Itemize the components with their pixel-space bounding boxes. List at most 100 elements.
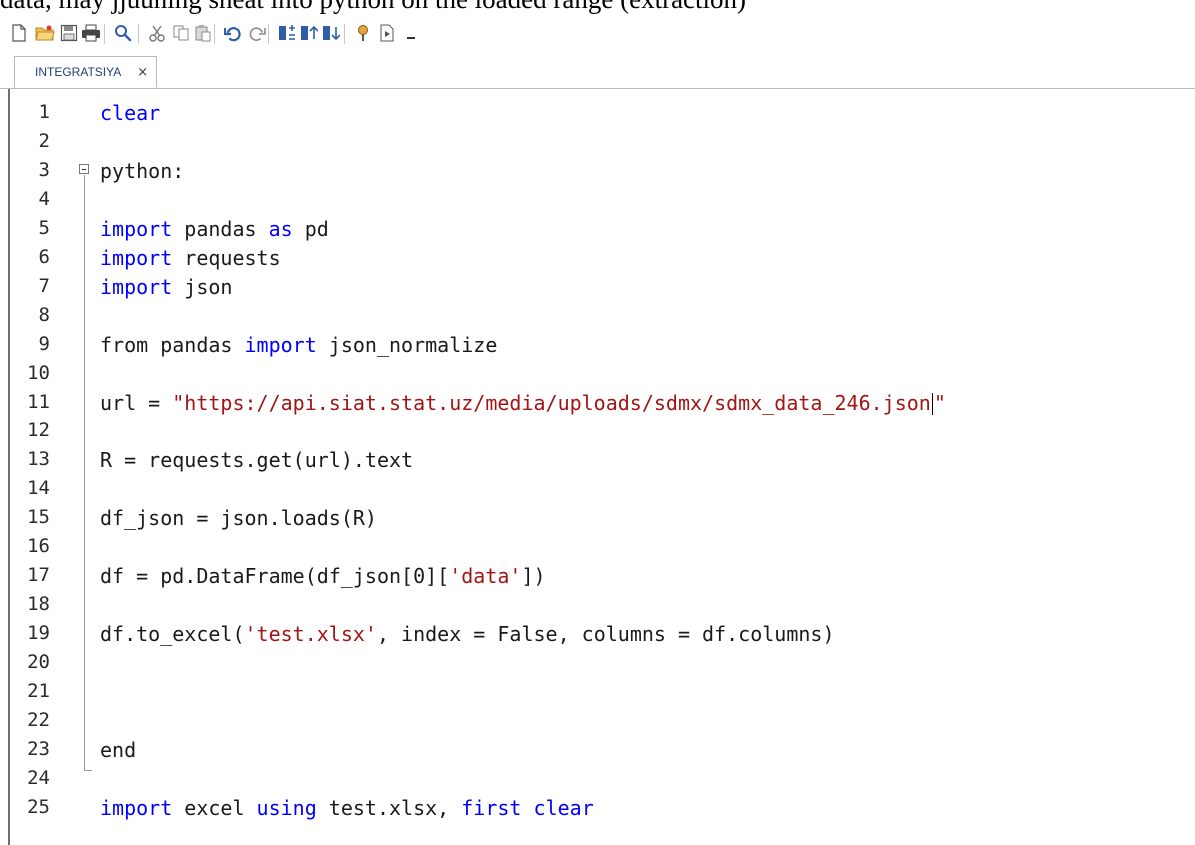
code-token: excel (172, 795, 257, 820)
copy-icon[interactable] (170, 22, 192, 44)
line-number: 4 (38, 187, 50, 210)
keyword-token: import (100, 274, 173, 299)
line-number: 7 (38, 274, 50, 297)
keyword-token: import (100, 795, 173, 820)
tab-integratsiya[interactable]: INTEGRATSIYA × (14, 56, 158, 88)
code-line[interactable]: url = "https://api.siat.stat.uz/media/up… (100, 390, 946, 415)
paste-icon[interactable] (192, 22, 214, 44)
line-number: 17 (27, 564, 50, 587)
line-number: 24 (27, 766, 50, 789)
text-cursor (931, 393, 933, 415)
code-token: df = pd.DataFrame(df_json[0][ (100, 564, 450, 589)
code-line[interactable]: python: (100, 159, 184, 183)
line-number: 18 (27, 593, 50, 616)
bookmark-prev-icon[interactable] (298, 22, 320, 44)
code-token: R = requests.get(url).text (100, 448, 414, 473)
code-token: df_json = json.loads(R) (100, 506, 377, 531)
code-token: json_normalize (316, 332, 498, 357)
line-number: 5 (38, 216, 50, 239)
bookmark-next-icon[interactable] (320, 22, 342, 44)
bookmark-add-icon[interactable] (276, 22, 298, 44)
code-line[interactable]: import pandas as pd (100, 217, 329, 241)
toolbar-separator (344, 24, 345, 44)
line-number: 9 (38, 332, 50, 355)
code-line[interactable]: from pandas import json_normalize (100, 333, 497, 357)
code-line[interactable]: end (100, 738, 136, 762)
keyword-token: as (268, 216, 293, 241)
line-number: 21 (27, 680, 50, 702)
line-number: 13 (27, 448, 50, 471)
keyword-token: import (100, 245, 173, 270)
redo-icon[interactable] (246, 22, 268, 44)
save-icon[interactable] (58, 22, 80, 44)
keyword-token: import (244, 332, 317, 357)
code-line[interactable]: df_json = json.loads(R) (100, 506, 377, 530)
undo-icon[interactable] (222, 22, 244, 44)
code-token: df.to_excel( (100, 622, 245, 647)
toolbar-separator (268, 24, 269, 44)
string-token: " (933, 390, 946, 415)
code-token: requests (172, 245, 281, 270)
tab-label: INTEGRATSIYA (35, 65, 122, 79)
code-line[interactable]: df = pd.DataFrame(df_json[0]['data']) (100, 564, 546, 588)
line-number: 1 (38, 101, 50, 123)
code-token: test.xlsx, (316, 795, 462, 820)
pin-icon[interactable] (352, 22, 374, 44)
string-token: 'data' (449, 564, 522, 589)
toolbar-separator (214, 24, 215, 44)
line-number: 10 (27, 361, 50, 384)
search-icon[interactable] (112, 22, 134, 44)
line-number: 2 (38, 129, 50, 152)
code-line[interactable]: import excel using test.xlsx, first clea… (100, 796, 594, 820)
line-number: 19 (27, 622, 50, 645)
line-number: 23 (27, 737, 50, 760)
fold-guide-line (84, 175, 85, 771)
toolbar (0, 14, 1195, 54)
new-file-icon[interactable] (8, 22, 30, 44)
toolbar-separator (104, 24, 105, 44)
print-icon[interactable] (80, 22, 102, 44)
close-tab-icon[interactable]: × (137, 65, 148, 80)
cut-icon[interactable] (146, 22, 168, 44)
keyword-token: clear (100, 101, 161, 125)
code-token: pandas (172, 216, 269, 241)
code-line[interactable]: import requests (100, 246, 281, 270)
line-number: 15 (27, 506, 50, 529)
code-line[interactable]: R = requests.get(url).text (100, 448, 413, 472)
line-number: 11 (27, 390, 50, 413)
code-token: end (100, 737, 137, 762)
line-number: 3 (38, 158, 50, 181)
tab-bar: INTEGRATSIYA × (0, 54, 1195, 89)
line-number: 6 (38, 245, 50, 268)
code-token: json (172, 274, 233, 299)
line-number: 20 (27, 651, 50, 674)
keyword-token: first (461, 795, 522, 820)
string-token: "https://api.siat.stat.uz/media/uploads/… (172, 390, 931, 415)
open-folder-icon[interactable] (34, 22, 56, 44)
code-line[interactable]: df.to_excel('test.xlsx', index = False, … (100, 622, 835, 646)
code-line[interactable]: clear (100, 101, 160, 125)
line-number: 22 (27, 708, 50, 731)
code-token: python: (100, 158, 185, 183)
code-token: url = (100, 390, 173, 415)
code-token: pd (292, 216, 329, 241)
dropdown-icon[interactable] (400, 22, 422, 44)
string-token: 'test.xlsx' (244, 622, 377, 647)
fold-collapse-icon[interactable] (79, 164, 89, 174)
toolbar-separator (138, 24, 139, 44)
document-caption-text: data, may jjuuning sheat into python on … (0, 0, 1195, 14)
line-number: 12 (27, 419, 50, 442)
code-line[interactable]: import json (100, 275, 232, 299)
line-number: 25 (27, 795, 50, 818)
code-token: ]) (521, 564, 546, 589)
keyword-token: clear (533, 795, 594, 820)
fold-end-marker (84, 770, 92, 771)
run-icon[interactable] (376, 22, 398, 44)
code-token: from pandas (100, 332, 245, 357)
line-number: 8 (38, 303, 50, 326)
keyword-token: import (100, 216, 173, 241)
line-number: 16 (27, 535, 50, 558)
line-number: 14 (27, 477, 50, 500)
keyword-token: using (256, 795, 317, 820)
code-token: , index = False, columns = df.columns) (376, 622, 835, 647)
